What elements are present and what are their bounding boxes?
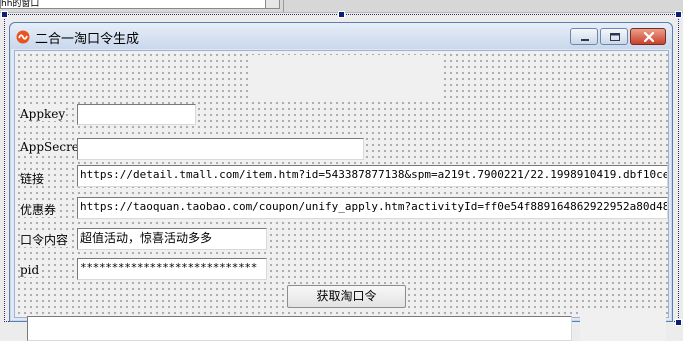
- content-label: 口令内容: [20, 233, 69, 247]
- close-icon: [643, 31, 655, 43]
- coupon-label: 优惠券: [20, 203, 57, 217]
- designer-separator: [283, 0, 284, 12]
- generator-window: 二合一淘口令生成 Appkey AppSecret 链接 https://det…: [9, 22, 673, 341]
- output-field[interactable]: [27, 316, 572, 341]
- appsecret-label: AppSecret: [20, 140, 84, 154]
- close-button[interactable]: [630, 28, 666, 45]
- window-title: 二合一淘口令生成: [35, 32, 140, 47]
- coupon-input[interactable]: https://taoquan.taobao.com/coupon/unify_…: [77, 197, 668, 219]
- minimize-icon: [581, 39, 589, 41]
- maximize-button[interactable]: [600, 28, 628, 45]
- get-tao-command-button[interactable]: 获取淘口令: [287, 285, 406, 308]
- designer-top-field[interactable]: hh的窗口: [0, 0, 272, 9]
- content-input[interactable]: 超值活动，惊喜活动多多: [77, 228, 267, 250]
- appsecret-input[interactable]: [77, 138, 364, 160]
- resize-handle-top-middle[interactable]: [338, 11, 345, 18]
- title-bar[interactable]: 二合一淘口令生成: [10, 23, 672, 49]
- form-client-area: Appkey AppSecret 链接 https://detail.tmall…: [14, 50, 669, 341]
- pid-input[interactable]: ****************************: [77, 258, 267, 280]
- appkey-label: Appkey: [20, 107, 66, 121]
- resize-handle-top-left[interactable]: [1, 11, 8, 18]
- minimize-button[interactable]: [570, 28, 598, 45]
- maximize-icon: [610, 33, 620, 41]
- pid-label: pid: [20, 263, 40, 277]
- resize-handle-top-right[interactable]: [675, 11, 682, 18]
- empty-panel: [248, 55, 443, 101]
- link-input[interactable]: https://detail.tmall.com/item.htm?id=543…: [77, 165, 668, 187]
- app-logo-icon: [16, 29, 30, 44]
- empty-corner: [580, 311, 666, 341]
- resize-handle-bottom-right[interactable]: [675, 319, 682, 326]
- designer-combo-button[interactable]: [265, 0, 280, 9]
- link-label: 链接: [20, 172, 45, 186]
- appkey-input[interactable]: [77, 104, 196, 125]
